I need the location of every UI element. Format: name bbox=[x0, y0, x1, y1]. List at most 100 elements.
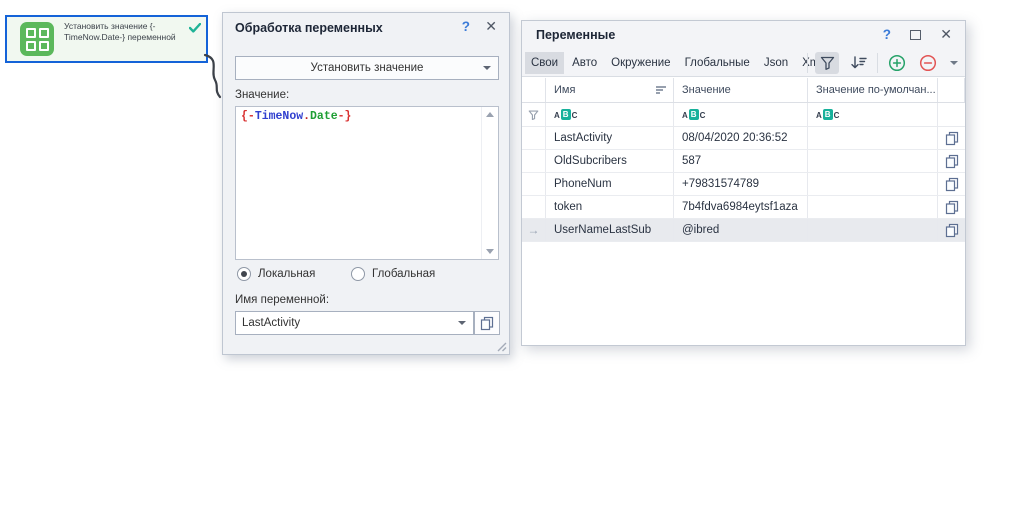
tab-авто[interactable]: Авто bbox=[566, 52, 603, 74]
toolbar-separator bbox=[807, 53, 808, 73]
tab-глобальные[interactable]: Глобальные bbox=[679, 52, 756, 74]
column-header-value[interactable]: Значение bbox=[674, 78, 808, 102]
tab-json[interactable]: Json bbox=[758, 52, 794, 74]
filter-funnel-cell[interactable] bbox=[522, 103, 546, 126]
variable-value-cell[interactable]: @ibred bbox=[674, 219, 808, 241]
success-check-icon bbox=[189, 23, 201, 33]
variables-grid-icon bbox=[20, 22, 54, 56]
variable-value-cell[interactable]: 7b4fdva6984eytsf1aza bbox=[674, 196, 808, 218]
chevron-down-icon bbox=[483, 66, 491, 70]
sort-button[interactable] bbox=[846, 52, 870, 74]
variable-name-dropdown[interactable]: LastActivity bbox=[235, 311, 474, 335]
variable-name-cell[interactable]: PhoneNum bbox=[546, 173, 674, 195]
tab-окружение[interactable]: Окружение bbox=[605, 52, 676, 74]
filter-input-value[interactable]: ABC bbox=[674, 103, 808, 126]
copy-variable-cell[interactable] bbox=[938, 173, 965, 195]
table-row[interactable]: LastActivity 08/04/2020 20:36:52 bbox=[522, 127, 965, 150]
variable-value-cell[interactable]: 08/04/2020 20:36:52 bbox=[674, 127, 808, 149]
row-indicator-cell bbox=[522, 196, 546, 218]
copy-variable-cell[interactable] bbox=[938, 219, 965, 241]
row-indicator-header bbox=[522, 78, 546, 102]
minus-circle-icon bbox=[919, 54, 937, 72]
help-icon[interactable]: ? bbox=[883, 27, 891, 42]
copy-variable-button[interactable] bbox=[474, 311, 500, 335]
resize-grip[interactable] bbox=[495, 340, 507, 352]
row-indicator-cell: → bbox=[522, 219, 546, 241]
variables-table: Имя Значение Значение по-умолчан... ABC … bbox=[522, 78, 965, 345]
add-variable-button[interactable] bbox=[885, 52, 909, 74]
variable-value-cell[interactable]: +79831574789 bbox=[674, 173, 808, 195]
column-header-default[interactable]: Значение по-умолчан... bbox=[808, 78, 938, 102]
value-label: Значение: bbox=[235, 89, 289, 101]
variable-processing-dialog: Обработка переменных ? ✕ Установить знач… bbox=[222, 12, 510, 355]
tab-свои[interactable]: Свои bbox=[525, 52, 564, 74]
variables-toolbar bbox=[807, 52, 961, 74]
variable-default-cell[interactable] bbox=[808, 150, 938, 172]
column-header-name[interactable]: Имя bbox=[546, 78, 674, 102]
column-sort-icon bbox=[656, 86, 666, 95]
radio-icon[interactable] bbox=[351, 267, 365, 281]
table-row[interactable]: OldSubcribers 587 bbox=[522, 150, 965, 173]
copy-icon bbox=[480, 316, 494, 331]
variable-name-cell[interactable]: OldSubcribers bbox=[546, 150, 674, 172]
copy-icon bbox=[945, 223, 959, 238]
copy-icon bbox=[945, 200, 959, 215]
maximize-icon[interactable] bbox=[910, 30, 921, 40]
variable-name-cell[interactable]: token bbox=[546, 196, 674, 218]
variables-panel: Переменные ? ✕ СвоиАвтоОкружениеГлобальн… bbox=[521, 20, 966, 346]
expression-token: . bbox=[303, 110, 310, 123]
plus-circle-icon bbox=[888, 54, 906, 72]
copy-icon bbox=[945, 154, 959, 169]
help-icon[interactable]: ? bbox=[462, 19, 470, 34]
scope-radio-local[interactable]: Локальная bbox=[237, 267, 351, 281]
variable-default-cell[interactable] bbox=[808, 219, 938, 241]
filter-input-default[interactable]: ABC bbox=[808, 103, 938, 126]
textarea-scrollbar[interactable] bbox=[481, 107, 498, 259]
scope-radio-global[interactable]: Глобальная bbox=[351, 267, 465, 281]
scroll-up-icon[interactable] bbox=[486, 112, 494, 117]
scroll-down-icon[interactable] bbox=[486, 249, 494, 254]
close-icon[interactable]: ✕ bbox=[940, 26, 952, 43]
expression-token: Date bbox=[310, 110, 338, 123]
copy-icon bbox=[945, 131, 959, 146]
variable-name-cell[interactable]: UserNameLastSub bbox=[546, 219, 674, 241]
variable-name-cell[interactable]: LastActivity bbox=[546, 127, 674, 149]
close-icon[interactable]: ✕ bbox=[485, 18, 497, 35]
copy-variable-cell[interactable] bbox=[938, 150, 965, 172]
variable-default-cell[interactable] bbox=[808, 196, 938, 218]
action-node-set-value[interactable]: Установить значение {-TimeNow.Date-} пер… bbox=[5, 15, 208, 63]
dialog-title: Обработка переменных bbox=[235, 21, 383, 35]
value-expression: {-TimeNow.Date-} bbox=[241, 110, 478, 256]
table-row[interactable]: PhoneNum +79831574789 bbox=[522, 173, 965, 196]
funnel-icon bbox=[528, 110, 539, 120]
action-type-dropdown[interactable]: Установить значение bbox=[235, 56, 499, 80]
table-row[interactable]: → UserNameLastSub @ibred bbox=[522, 219, 965, 242]
table-empty-area bbox=[522, 242, 965, 509]
copy-variable-cell[interactable] bbox=[938, 127, 965, 149]
filter-input-name[interactable]: ABC bbox=[546, 103, 674, 126]
radio-icon[interactable] bbox=[237, 267, 251, 281]
variables-titlebar: Переменные ? ✕ bbox=[522, 21, 965, 49]
variable-value-cell[interactable]: 587 bbox=[674, 150, 808, 172]
remove-variable-button[interactable] bbox=[916, 52, 940, 74]
table-row[interactable]: token 7b4fdva6984eytsf1aza bbox=[522, 196, 965, 219]
funnel-icon bbox=[820, 56, 835, 70]
filter-button[interactable] bbox=[815, 52, 839, 74]
chevron-down-icon[interactable] bbox=[950, 61, 958, 65]
action-type-value: Установить значение bbox=[311, 62, 424, 74]
copy-variable-cell[interactable] bbox=[938, 196, 965, 218]
expression-token: -} bbox=[338, 110, 352, 123]
variable-default-cell[interactable] bbox=[808, 127, 938, 149]
abc-filter-icon: ABC bbox=[682, 109, 705, 120]
variable-default-cell[interactable] bbox=[808, 173, 938, 195]
row-indicator-cell bbox=[522, 173, 546, 195]
copy-icon bbox=[945, 177, 959, 192]
expression-token: {- bbox=[241, 110, 255, 123]
sort-descending-icon bbox=[850, 56, 867, 70]
value-textarea[interactable]: {-TimeNow.Date-} bbox=[235, 106, 499, 260]
table-body: LastActivity 08/04/2020 20:36:52 OldSubc… bbox=[522, 127, 965, 242]
filter-actions-cell bbox=[938, 103, 965, 126]
toolbar-separator bbox=[877, 53, 878, 73]
table-header-row: Имя Значение Значение по-умолчан... bbox=[522, 78, 965, 103]
filter-row: ABC ABC ABC bbox=[522, 103, 965, 127]
